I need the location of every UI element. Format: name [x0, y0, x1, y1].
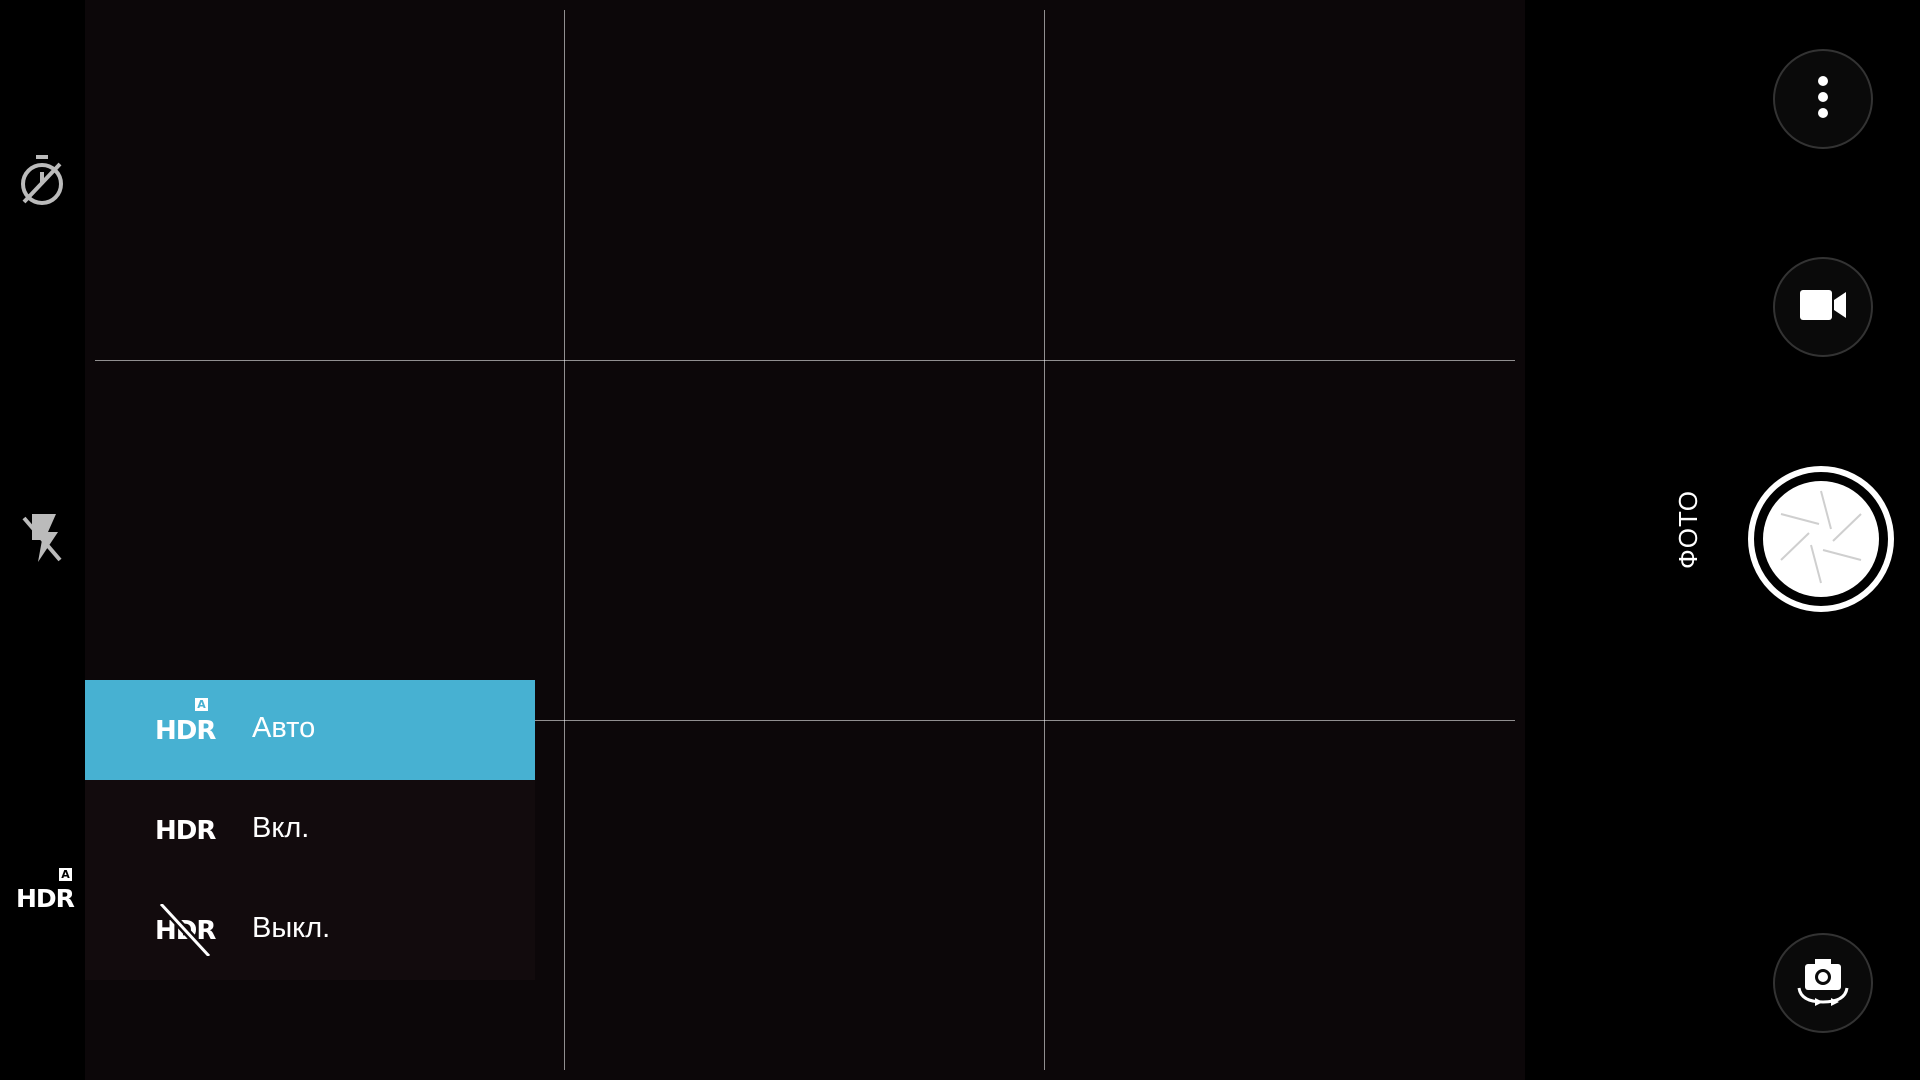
grid-line-horizontal-1 — [95, 360, 1515, 361]
hdr-option-auto[interactable]: HDR A Авто — [85, 680, 535, 780]
switch-camera-button[interactable] — [1773, 933, 1873, 1033]
timer-button[interactable] — [10, 148, 74, 212]
hdr-on-icon: HDR — [155, 816, 216, 846]
shutter-button[interactable] — [1748, 466, 1894, 612]
hdr-option-label: Авто — [252, 712, 316, 744]
aperture-icon — [1773, 489, 1869, 590]
hdr-option-on[interactable]: HDR Вкл. — [85, 780, 535, 880]
video-mode-button[interactable] — [1773, 257, 1873, 357]
hdr-auto-icon: HDR A — [155, 698, 216, 746]
camera-screen: HDR A HDR A Авто HDR Вкл. HDR — [0, 0, 1920, 1080]
hdr-option-label: Выкл. — [252, 912, 331, 944]
hdr-option-label: Вкл. — [252, 812, 310, 844]
flash-button[interactable] — [10, 506, 74, 570]
hdr-auto-badge: A — [59, 868, 72, 881]
photo-mode-label[interactable]: ФОТО — [1671, 490, 1705, 569]
hdr-option-off[interactable]: HDR Выкл. — [85, 880, 535, 980]
left-control-bar: HDR A — [0, 0, 85, 1080]
more-vertical-icon — [1816, 75, 1830, 124]
hdr-mode-button[interactable]: HDR A — [10, 862, 76, 922]
grid-line-vertical-1 — [564, 10, 565, 1070]
hdr-icon: HDR — [16, 884, 75, 913]
video-camera-icon — [1798, 288, 1848, 327]
flash-off-icon — [18, 510, 66, 566]
shutter-inner — [1763, 481, 1879, 597]
hdr-menu: HDR A Авто HDR Вкл. HDR Выкл. — [85, 680, 535, 980]
more-options-button[interactable] — [1773, 49, 1873, 149]
grid-line-vertical-2 — [1044, 10, 1045, 1070]
switch-camera-icon — [1793, 956, 1853, 1011]
timer-off-icon — [16, 152, 68, 208]
hdr-off-icon: HDR — [155, 904, 219, 956]
